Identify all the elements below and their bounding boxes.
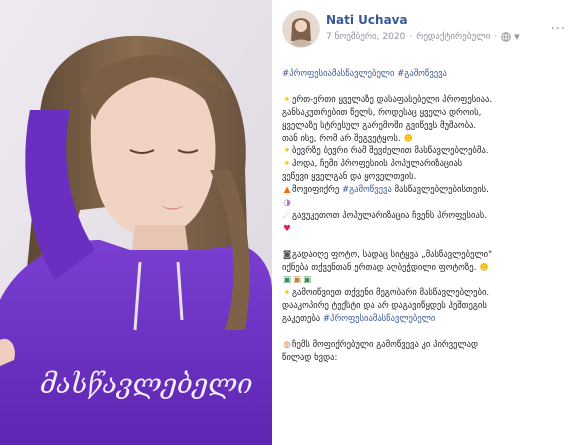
p7-line-3: გაკეთება: [282, 314, 323, 325]
p4-post: მასწავლებლებისთვის.: [391, 185, 489, 196]
p1-line-4: თან ისე, რომ არ შეგვეტყოს.: [282, 133, 401, 144]
p3-line-1: ჰოდა, ჩემი პროფესიის პოპულარიზაციას: [292, 159, 463, 170]
hashtags-top[interactable]: #პროფესიამასწავლებელი #გამოწვევა: [282, 68, 570, 81]
camera-emoji-icon: ◙: [282, 249, 292, 260]
post-header: Nati Uchava 7 ნოემბერი, 2020 · რედაქტირე…: [282, 10, 572, 50]
post-photo[interactable]: მასწავლებელი: [0, 0, 272, 445]
smile-emoji-icon: ☻: [403, 133, 413, 144]
sparkle-icon: ✦: [283, 146, 291, 157]
p5-line: გავუკეთოთ პოპულარიზაცია ჩვენს პროფესიას.: [292, 210, 488, 221]
p2-line: ბევრზე ბევრი რამ შევძელით მასწავლებლებმა…: [292, 146, 489, 157]
post-date[interactable]: 7 ნოემბერი, 2020: [326, 32, 405, 42]
p3-line-2: ვეწევი ყველგან და ყოველთვის.: [282, 172, 417, 183]
ringed-planet-emoji-icon: ◍: [283, 339, 291, 350]
p8-line-2: წილად ხვდა:: [282, 352, 338, 363]
hashtag-challenge[interactable]: #გამოწვევა: [342, 185, 392, 195]
teacher-emoji-icon-2: ▣: [292, 275, 302, 286]
post-text: #პროფესიამასწავლებელი #გამოწვევა ✦ერთ-ერ…: [282, 68, 570, 365]
author-name[interactable]: Nati Uchava: [326, 13, 408, 27]
fire-emoji-icon: ▲: [283, 185, 291, 196]
privacy-caret-icon[interactable]: ▼: [514, 33, 519, 41]
planet-emoji-icon: ◑: [283, 198, 291, 209]
hoodie-text: მასწავლებელი: [40, 369, 253, 400]
p7-line-1: გამოიწვიეთ თქვენი მეგობარი მასწავლებლები…: [292, 288, 490, 299]
meta-separator-2: ·: [494, 32, 498, 42]
author-avatar[interactable]: [282, 10, 320, 48]
teacher-emoji-icon-3: ▣: [302, 275, 312, 286]
teacher-hoodie-photo: მასწავლებელი: [0, 0, 272, 445]
p6-line-2: იქნება თქვენთან ერთად აღბეჭდილი ფოტოზე.: [282, 262, 477, 273]
p8-line-1: ჩემს მოფიქრებული გამოწვევა კი პირველად: [292, 339, 479, 350]
p6-line-1: გადაიღე ფოტო, სადაც სიტყვა „მასწავლებელი…: [292, 249, 493, 260]
edited-label[interactable]: რედაქტირებული: [416, 32, 490, 42]
sparkle-icon: ✦: [283, 159, 291, 170]
globe-icon[interactable]: [501, 32, 511, 42]
more-options-button[interactable]: ···: [551, 22, 566, 37]
hashtag-profession[interactable]: #პროფესიამასწავლებელი: [323, 314, 435, 324]
sparkle-icon: ✦: [283, 288, 291, 299]
post-panel: Nati Uchava 7 ნოემბერი, 2020 · რედაქტირე…: [272, 0, 576, 445]
post-meta: 7 ნოემბერი, 2020 · რედაქტირებული · ▼: [326, 32, 520, 42]
sparkle-icon: ✦: [283, 94, 291, 105]
p1-line-2: განსაკუთრებით წელს, როდესაც ყველა დროის,: [282, 107, 482, 118]
teacher-emoji-icon-1: ▣: [282, 275, 292, 286]
meta-separator: ·: [409, 32, 413, 42]
smile-emoji-icon-2: ☻: [479, 262, 489, 273]
p4-pre: მოვიფიქრე: [292, 185, 342, 196]
comet-emoji-icon: ☄: [283, 210, 291, 221]
avatar-image: [283, 11, 319, 47]
p1-line-3: ყველაზე სტრესულ გარემოში გვიწევს მუშაობა…: [282, 120, 477, 131]
heart-emoji-icon: ♥: [283, 223, 291, 234]
p7-line-2: დააკოპირე ტექსტი და არ დაგავიწყდეს ჰეშთე…: [282, 301, 487, 312]
p1-line-1: ერთ-ერთი ყველაზე დასაფასებელი პროფესიაა.: [292, 94, 493, 105]
